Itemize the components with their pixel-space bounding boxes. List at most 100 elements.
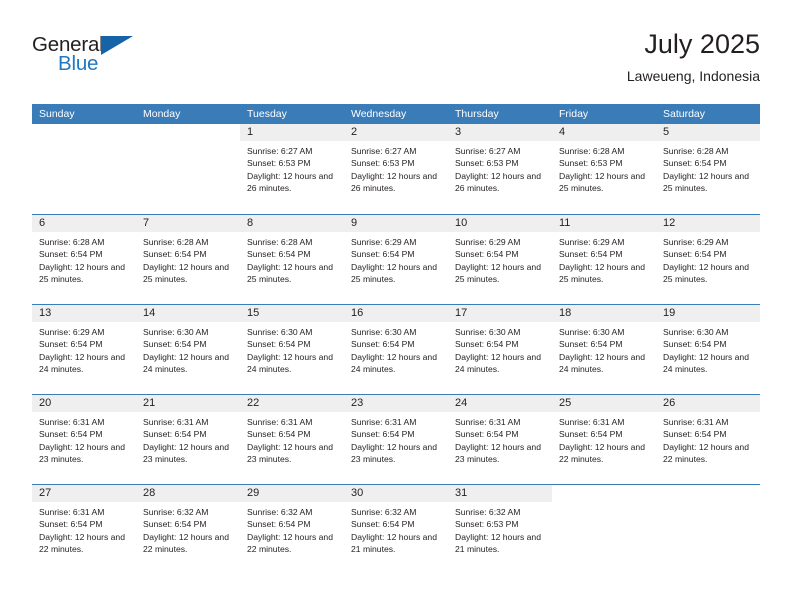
sunrise-text: Sunrise: 6:28 AM — [247, 237, 313, 247]
daylight-text: Daylight: 12 hours and 25 minutes. — [247, 261, 333, 285]
day-number-band: 7 — [136, 215, 240, 232]
sunset-text: Sunset: 6:54 PM — [39, 519, 103, 530]
day-cell[interactable]: 5 Sunrise: 6:28 AM Sunset: 6:54 PM Daylight… — [656, 124, 760, 214]
sunset-text: Sunset: 6:54 PM — [143, 429, 207, 440]
day-number: 25 — [559, 397, 572, 409]
day-cell[interactable]: 21 Sunrise: 6:31 AM Sunset: 6:54 PM Dayligh… — [136, 395, 240, 484]
sunset-text: Sunset: 6:53 PM — [351, 158, 415, 169]
day-number-band — [552, 485, 656, 502]
day-details: Sunrise: 6:29 AM Sunset: 6:54 PM Daylight:… — [32, 322, 136, 376]
day-number-band: 3 — [448, 124, 552, 141]
daylight-text: Daylight: 12 hours and 25 minutes. — [143, 261, 229, 285]
day-number: 7 — [143, 217, 150, 229]
day-details: Sunrise: 6:32 AM Sunset: 6:54 PM Daylight:… — [240, 502, 344, 556]
day-cell[interactable]: 23 Sunrise: 6:31 AM Sunset: 6:54 PM Dayligh… — [344, 395, 448, 484]
sunset-text: Sunset: 6:54 PM — [455, 429, 519, 440]
day-cell[interactable]: 15 Sunrise: 6:30 AM Sunset: 6:54 PM Dayligh… — [240, 305, 344, 394]
day-cell[interactable]: 18 Sunrise: 6:30 AM Sunset: 6:54 PM Dayligh… — [552, 305, 656, 394]
page-header: General Blue July 2025 Laweueng, Indones… — [32, 28, 760, 96]
day-details: Sunrise: 6:30 AM Sunset: 6:54 PM Daylight:… — [656, 322, 760, 376]
day-number-band: 31 — [448, 485, 552, 502]
day-details: Sunrise: 6:29 AM Sunset: 6:54 PM Daylight:… — [448, 232, 552, 286]
sunrise-text: Sunrise: 6:29 AM — [455, 237, 521, 247]
day-cell[interactable]: 4 Sunrise: 6:28 AM Sunset: 6:53 PM Daylight… — [552, 124, 656, 214]
sunset-text: Sunset: 6:54 PM — [39, 249, 103, 260]
day-cell[interactable]: 27 Sunrise: 6:31 AM Sunset: 6:54 PM Dayligh… — [32, 485, 136, 574]
day-cell[interactable]: 26 Sunrise: 6:31 AM Sunset: 6:54 PM Dayligh… — [656, 395, 760, 484]
day-cell[interactable]: 6 Sunrise: 6:28 AM Sunset: 6:54 PM Daylight… — [32, 215, 136, 304]
day-cell[interactable]: 25 Sunrise: 6:31 AM Sunset: 6:54 PM Dayligh… — [552, 395, 656, 484]
sunrise-text: Sunrise: 6:30 AM — [559, 327, 625, 337]
day-details: Sunrise: 6:32 AM Sunset: 6:54 PM Daylight:… — [136, 502, 240, 556]
day-details: Sunrise: 6:29 AM Sunset: 6:54 PM Daylight:… — [344, 232, 448, 286]
day-cell[interactable]: 8 Sunrise: 6:28 AM Sunset: 6:54 PM Daylight… — [240, 215, 344, 304]
day-cell[interactable]: 9 Sunrise: 6:29 AM Sunset: 6:54 PM Daylight… — [344, 215, 448, 304]
day-cell[interactable]: 17 Sunrise: 6:30 AM Sunset: 6:54 PM Dayligh… — [448, 305, 552, 394]
day-number-band: 21 — [136, 395, 240, 412]
day-number-band: 5 — [656, 124, 760, 141]
day-cell[interactable]: 20 Sunrise: 6:31 AM Sunset: 6:54 PM Dayligh… — [32, 395, 136, 484]
sunset-text: Sunset: 6:54 PM — [559, 339, 623, 350]
sunrise-text: Sunrise: 6:28 AM — [559, 146, 625, 156]
day-cell[interactable]: 30 Sunrise: 6:32 AM Sunset: 6:54 PM Dayligh… — [344, 485, 448, 574]
day-cell[interactable]: 3 Sunrise: 6:27 AM Sunset: 6:53 PM Daylight… — [448, 124, 552, 214]
sunrise-text: Sunrise: 6:31 AM — [351, 417, 417, 427]
day-number-band: 16 — [344, 305, 448, 322]
day-number-band — [136, 124, 240, 141]
day-details: Sunrise: 6:28 AM Sunset: 6:54 PM Daylight:… — [240, 232, 344, 286]
day-cell[interactable]: 7 Sunrise: 6:28 AM Sunset: 6:54 PM Daylight… — [136, 215, 240, 304]
daylight-text: Daylight: 12 hours and 21 minutes. — [455, 531, 541, 555]
brand-logo[interactable]: General Blue — [32, 28, 152, 92]
day-details: Sunrise: 6:27 AM Sunset: 6:53 PM Daylight:… — [240, 141, 344, 195]
daylight-text: Daylight: 12 hours and 24 minutes. — [39, 351, 125, 375]
day-number: 30 — [351, 487, 364, 499]
calendar-grid: Sunday Monday Tuesday Wednesday Thursday Frid… — [32, 104, 760, 574]
daylight-text: Daylight: 12 hours and 25 minutes. — [351, 261, 437, 285]
day-cell[interactable]: 11 Sunrise: 6:29 AM Sunset: 6:54 PM Dayligh… — [552, 215, 656, 304]
day-cell[interactable]: 29 Sunrise: 6:32 AM Sunset: 6:54 PM Dayligh… — [240, 485, 344, 574]
day-cell[interactable]: 2 Sunrise: 6:27 AM Sunset: 6:53 PM Daylight… — [344, 124, 448, 214]
day-cell[interactable]: 12 Sunrise: 6:29 AM Sunset: 6:54 PM Dayligh… — [656, 215, 760, 304]
daylight-text: Daylight: 12 hours and 25 minutes. — [559, 170, 645, 194]
sunrise-text: Sunrise: 6:32 AM — [143, 507, 209, 517]
day-details: Sunrise: 6:30 AM Sunset: 6:54 PM Daylight:… — [240, 322, 344, 376]
day-number-band: 20 — [32, 395, 136, 412]
sunset-text: Sunset: 6:54 PM — [247, 429, 311, 440]
day-number-band: 8 — [240, 215, 344, 232]
calendar-weeks: 1 Sunrise: 6:27 AM Sunset: 6:53 PM Daylight… — [32, 124, 760, 574]
day-number: 22 — [247, 397, 260, 409]
brand-triangle-icon — [101, 36, 133, 55]
day-cell[interactable]: 13 Sunrise: 6:29 AM Sunset: 6:54 PM Dayligh… — [32, 305, 136, 394]
day-details: Sunrise: 6:28 AM Sunset: 6:53 PM Daylight:… — [552, 141, 656, 195]
day-number-band: 2 — [344, 124, 448, 141]
day-number-band: 27 — [32, 485, 136, 502]
day-cell[interactable]: 31 Sunrise: 6:32 AM Sunset: 6:53 PM Dayligh… — [448, 485, 552, 574]
day-cell[interactable]: 22 Sunrise: 6:31 AM Sunset: 6:54 PM Dayligh… — [240, 395, 344, 484]
day-details: Sunrise: 6:32 AM Sunset: 6:54 PM Daylight:… — [344, 502, 448, 556]
calendar-week-row: 13 Sunrise: 6:29 AM Sunset: 6:54 PM Dayligh… — [32, 304, 760, 394]
day-number: 9 — [351, 217, 358, 229]
day-cell[interactable]: 16 Sunrise: 6:30 AM Sunset: 6:54 PM Dayligh… — [344, 305, 448, 394]
day-cell[interactable]: 24 Sunrise: 6:31 AM Sunset: 6:54 PM Dayligh… — [448, 395, 552, 484]
page-subtitle: Laweueng, Indonesia — [626, 68, 760, 84]
day-cell[interactable]: 1 Sunrise: 6:27 AM Sunset: 6:53 PM Daylight… — [240, 124, 344, 214]
sunset-text: Sunset: 6:53 PM — [455, 158, 519, 169]
day-number: 18 — [559, 307, 572, 319]
sunrise-text: Sunrise: 6:30 AM — [663, 327, 729, 337]
day-cell[interactable]: 10 Sunrise: 6:29 AM Sunset: 6:54 PM Dayligh… — [448, 215, 552, 304]
day-cell[interactable]: 14 Sunrise: 6:30 AM Sunset: 6:54 PM Dayligh… — [136, 305, 240, 394]
daylight-text: Daylight: 12 hours and 22 minutes. — [247, 531, 333, 555]
day-number-band: 28 — [136, 485, 240, 502]
calendar-week-row: 6 Sunrise: 6:28 AM Sunset: 6:54 PM Daylight… — [32, 214, 760, 304]
day-number: 29 — [247, 487, 260, 499]
day-number: 16 — [351, 307, 364, 319]
sunset-text: Sunset: 6:54 PM — [559, 429, 623, 440]
day-number-band: 6 — [32, 215, 136, 232]
day-number-band: 9 — [344, 215, 448, 232]
day-number-band: 14 — [136, 305, 240, 322]
day-cell[interactable]: 28 Sunrise: 6:32 AM Sunset: 6:54 PM Dayligh… — [136, 485, 240, 574]
day-cell[interactable]: 19 Sunrise: 6:30 AM Sunset: 6:54 PM Dayligh… — [656, 305, 760, 394]
weekday-header-friday: Friday — [559, 108, 589, 120]
day-number: 21 — [143, 397, 156, 409]
day-number-band: 11 — [552, 215, 656, 232]
